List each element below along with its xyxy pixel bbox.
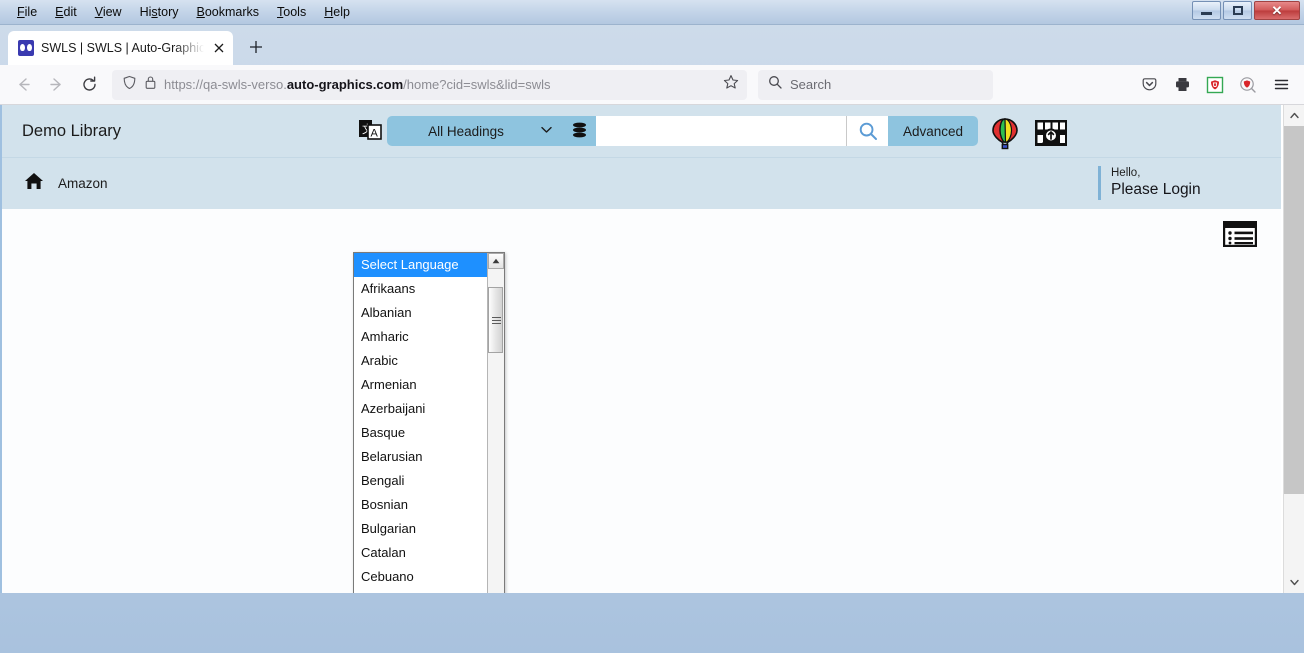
language-option[interactable]: Select Language — [354, 253, 487, 277]
url-bar[interactable]: https://qa-swls-verso.auto-graphics.com/… — [112, 69, 747, 100]
language-option[interactable]: Armenian — [354, 373, 487, 397]
greeting-text: Hello, — [1111, 167, 1141, 179]
tab-swls[interactable]: SWLS | SWLS | Auto-Graphics In — [8, 31, 233, 65]
language-option[interactable]: Bosnian — [354, 493, 487, 517]
language-option[interactable]: Basque — [354, 421, 487, 445]
menu-bookmarks[interactable]: Bookmarks — [188, 2, 269, 23]
search-icon — [768, 75, 782, 94]
chevron-down-icon — [541, 125, 552, 137]
scrollbar-track[interactable] — [1283, 126, 1304, 572]
title-bar: File Edit View History Bookmarks Tools H… — [0, 0, 1304, 25]
language-option[interactable]: Bulgarian — [354, 517, 487, 541]
language-option[interactable]: Cebuano — [354, 565, 487, 589]
tab-strip: SWLS | SWLS | Auto-Graphics In — [0, 25, 1304, 65]
maximize-button[interactable] — [1223, 1, 1252, 20]
swls-favicon — [18, 40, 34, 56]
language-option[interactable]: Albanian — [354, 301, 487, 325]
library-name: Demo Library — [22, 121, 122, 140]
breadcrumb-band: Amazon Hello, Please Login — [2, 157, 1281, 209]
scroll-up-button[interactable] — [1283, 105, 1304, 126]
menu-bar: File Edit View History Bookmarks Tools H… — [0, 0, 359, 24]
breadcrumb-label: Amazon — [58, 176, 108, 191]
web-page: Demo Library 文 A All Headings — [0, 105, 1281, 593]
browser-search-bar[interactable]: Search — [758, 69, 993, 100]
language-option[interactable]: Bengali — [354, 469, 487, 493]
menu-edit[interactable]: Edit — [46, 2, 86, 23]
browse-shelf-search-icon[interactable] — [1034, 119, 1068, 154]
search-cluster: 文 A All Headings — [357, 105, 979, 157]
heading-scope-select[interactable]: All Headings — [387, 116, 562, 146]
home-icon — [24, 172, 44, 195]
pocket-icon[interactable] — [1134, 70, 1164, 100]
hamburger-menu-icon[interactable] — [1266, 70, 1296, 100]
scrollbar-grip-icon — [492, 317, 501, 326]
browser-window: File Edit View History Bookmarks Tools H… — [0, 0, 1304, 653]
search-input[interactable]: Search — [790, 77, 831, 92]
translate-icon[interactable]: 文 A — [357, 118, 383, 144]
close-icon[interactable] — [211, 41, 226, 56]
adblock-icon[interactable] — [1200, 70, 1230, 100]
site-search-input[interactable] — [596, 116, 846, 146]
list-view-icon[interactable] — [1222, 220, 1258, 252]
scrollbar-thumb[interactable] — [1283, 126, 1304, 494]
language-option[interactable]: Arabic — [354, 349, 487, 373]
back-icon[interactable] — [8, 70, 38, 100]
language-option[interactable]: Azerbaijani — [354, 397, 487, 421]
print-icon[interactable] — [1167, 70, 1197, 100]
language-dropdown-scrollbar[interactable] — [487, 253, 504, 593]
menu-view[interactable]: View — [86, 2, 131, 23]
star-icon[interactable] — [723, 74, 739, 95]
language-option[interactable]: Belarusian — [354, 445, 487, 469]
close-button[interactable]: ✕ — [1254, 1, 1300, 20]
site-header: Demo Library 文 A All Headings — [2, 105, 1281, 248]
shield-icon — [122, 75, 137, 95]
tab-title: SWLS | SWLS | Auto-Graphics In — [41, 41, 204, 55]
database-stack-icon[interactable] — [562, 116, 596, 146]
language-option[interactable]: Chichewa — [354, 589, 487, 593]
language-dropdown[interactable]: Select Language Afrikaans Albanian Amhar… — [353, 252, 505, 593]
page-viewport: Demo Library 文 A All Headings — [0, 105, 1304, 593]
language-option-list: Select Language Afrikaans Albanian Amhar… — [354, 253, 487, 593]
minimize-button[interactable] — [1192, 1, 1221, 20]
site-search-button[interactable] — [846, 116, 888, 146]
header-icon-group — [990, 118, 1068, 155]
lock-icon — [144, 75, 157, 95]
svg-text:A: A — [371, 128, 379, 140]
menu-file[interactable]: File — [8, 2, 46, 23]
menu-tools[interactable]: Tools — [268, 2, 315, 23]
language-option[interactable]: Catalan — [354, 541, 487, 565]
language-option[interactable]: Amharic — [354, 325, 487, 349]
heading-scope-label: All Headings — [428, 123, 504, 139]
language-option[interactable]: Afrikaans — [354, 277, 487, 301]
forward-icon[interactable] — [41, 70, 71, 100]
window-controls: ✕ — [1192, 1, 1300, 20]
language-scrollbar-thumb[interactable] — [488, 287, 503, 353]
scroll-down-button[interactable] — [1283, 572, 1304, 593]
menu-help[interactable]: Help — [315, 2, 359, 23]
page-content-area — [2, 209, 1281, 593]
hot-air-balloon-icon[interactable] — [990, 118, 1020, 155]
reload-icon[interactable] — [74, 70, 104, 100]
language-scroll-up-button[interactable] — [488, 253, 504, 269]
breadcrumb[interactable]: Amazon — [2, 172, 108, 195]
user-login-box: Hello, Please Login — [1098, 166, 1201, 200]
language-scrollbar-track[interactable] — [488, 269, 504, 593]
advanced-search-button[interactable]: Advanced — [888, 116, 979, 146]
menu-history[interactable]: History — [131, 2, 188, 23]
adblock-search-icon[interactable] — [1233, 70, 1263, 100]
toolbar-extensions — [1134, 70, 1296, 100]
page-scrollbar[interactable] — [1283, 105, 1304, 593]
navigation-toolbar: https://qa-swls-verso.auto-graphics.com/… — [0, 65, 1304, 105]
new-tab-button[interactable] — [241, 32, 271, 62]
login-link[interactable]: Please Login — [1111, 180, 1201, 199]
url-text: https://qa-swls-verso.auto-graphics.com/… — [164, 77, 551, 92]
